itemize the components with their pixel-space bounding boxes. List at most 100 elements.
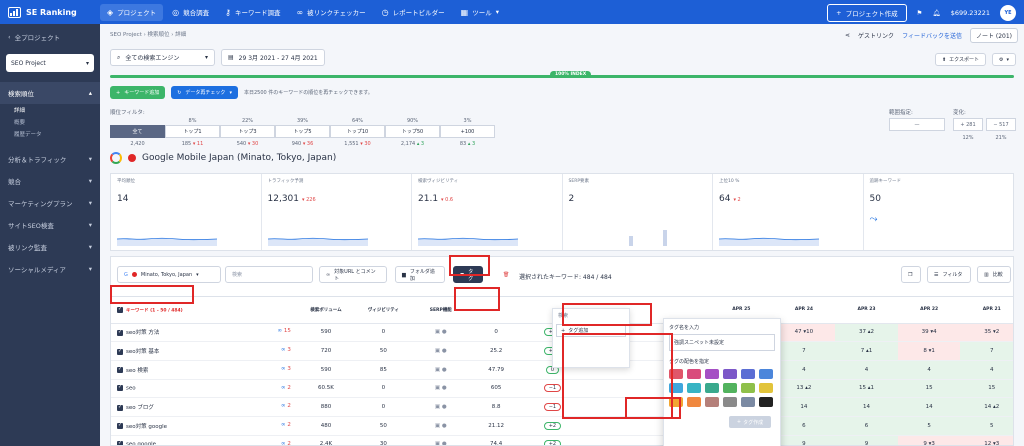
guest-link[interactable]: ゲストリンク: [858, 31, 894, 40]
nav-competitors[interactable]: ◎ 競合調査: [165, 4, 216, 21]
location-select[interactable]: G Minato, Tokyo, Japan ▾: [117, 266, 221, 283]
color-swatch[interactable]: [687, 383, 701, 393]
trash-icon[interactable]: 🗑︎: [497, 266, 513, 283]
nav-projects[interactable]: ◈ プロジェクト: [100, 3, 164, 21]
metric-card[interactable]: 追跡キーワード 50 ⤳: [864, 174, 1014, 250]
color-swatch[interactable]: [741, 383, 755, 393]
feedback-link[interactable]: フィードバックを送信: [902, 31, 962, 40]
row-checkbox[interactable]: [117, 348, 123, 355]
keyword-cell[interactable]: seo ブログ ∞ 2: [111, 397, 299, 417]
color-swatch[interactable]: [687, 369, 701, 379]
bell-icon[interactable]: 🔔︎: [932, 9, 940, 17]
engine-filter[interactable]: ⌕ 全ての検索エンジン ▾: [110, 49, 215, 66]
table-row[interactable]: seo∞ 2 60.5K 0 ▣ ● 605 −1 16 ▾313 ▴215 ▴…: [111, 379, 1013, 399]
compare-button[interactable]: ▥ 比較: [977, 266, 1011, 283]
all-projects-link[interactable]: ‹ 全プロジェクト: [0, 24, 100, 50]
rank-filter-option[interactable]: 39% トップ5 940 ▾ 36: [275, 118, 330, 147]
link-icon[interactable]: ∞ 2: [281, 385, 291, 391]
settings-button[interactable]: ⚙ ▾: [992, 53, 1016, 66]
link-icon[interactable]: ∞ 15: [278, 328, 291, 334]
nav-backlinks[interactable]: ∞ 被リンクチェッカー: [290, 4, 373, 21]
row-checkbox[interactable]: [117, 384, 123, 392]
color-swatch[interactable]: [723, 397, 737, 407]
url-comment-button[interactable]: ∞ 対象URL とコメント: [319, 266, 387, 283]
link-icon[interactable]: ∞ 2: [281, 403, 291, 409]
color-swatch[interactable]: [705, 397, 719, 407]
table-row[interactable]: seo ブログ∞ 2 880 0 ▣ ● 8.8 −1 14 ▴21414141…: [111, 397, 1013, 417]
sidebar-sub-detail[interactable]: 詳細: [0, 104, 100, 116]
row-checkbox[interactable]: [117, 329, 123, 336]
sidebar-sub-overview[interactable]: 概要: [0, 116, 100, 128]
rank-pill[interactable]: トップ50: [385, 125, 440, 138]
keyword-header[interactable]: キーワード (1 - 50 / 484): [111, 297, 299, 324]
row-checkbox[interactable]: [117, 440, 123, 445]
project-select[interactable]: SEO Project ▾: [6, 54, 94, 72]
nav-keyword-research[interactable]: ⚷ キーワード調査: [218, 4, 287, 21]
date-header[interactable]: APR 21: [960, 297, 1013, 324]
sidebar-sub-history[interactable]: 履歴データ: [0, 128, 100, 140]
color-swatch[interactable]: [669, 383, 683, 393]
link-icon[interactable]: ∞ 2: [281, 441, 291, 445]
brand[interactable]: SE Ranking: [0, 6, 100, 18]
sidebar-item-backlinks[interactable]: 被リンク監査 ▾: [0, 236, 100, 258]
avatar[interactable]: YE: [1000, 5, 1016, 21]
tag-button[interactable]: ⬬ タグ: [453, 266, 483, 283]
link-icon[interactable]: ∞ 3: [281, 366, 291, 372]
rank-pill[interactable]: 全て: [110, 125, 165, 138]
table-row[interactable]: seo google∞ 2 2.4K 30 ▣ ● 74.4 +2 9999 ▾…: [111, 435, 1013, 445]
rank-filter-option[interactable]: 22% トップ3 540 ▾ 30: [220, 118, 275, 147]
color-swatch[interactable]: [723, 383, 737, 393]
rank-filter-option[interactable]: 3% +100 83 ▴ 3: [440, 118, 495, 147]
create-project-button[interactable]: + プロジェクト作成: [827, 4, 907, 22]
copy-button[interactable]: ❐: [901, 266, 921, 283]
color-swatch[interactable]: [741, 369, 755, 379]
date-header[interactable]: APR 24: [772, 297, 836, 324]
add-keyword-button[interactable]: + キーワード追加: [110, 86, 166, 99]
filter-button[interactable]: ☰ フィルタ: [927, 266, 971, 283]
sidebar-item-rankings[interactable]: 検索順位 ▴: [0, 82, 100, 104]
rank-pill[interactable]: トップ3: [220, 125, 275, 138]
export-button[interactable]: ⬆ エクスポート: [934, 53, 986, 66]
table-row[interactable]: seo対策 google∞ 2 480 50 ▣ ● 21.12 +2 6665…: [111, 416, 1013, 436]
flag-icon[interactable]: ⚑: [917, 9, 923, 17]
sidebar-item-audit[interactable]: サイトSEO検査 ▾: [0, 214, 100, 236]
date-header[interactable]: APR 22: [897, 297, 961, 324]
sidebar-item-social[interactable]: ソーシャルメディア ▾: [0, 258, 100, 280]
visibility-header[interactable]: ヴィジビリティ: [353, 297, 414, 324]
create-tag-button[interactable]: + タグ作成: [729, 416, 771, 428]
metric-card[interactable]: トラフィック予測 12,301 ▾ 226: [262, 174, 412, 250]
sidebar-item-competitors[interactable]: 競合 ▾: [0, 170, 100, 192]
change-up[interactable]: + 281: [953, 118, 983, 131]
metric-card[interactable]: SERP要素 2: [563, 174, 713, 250]
change-down[interactable]: − 517: [986, 118, 1016, 131]
add-folder-button[interactable]: ▆ フォルダ追加: [395, 266, 445, 283]
color-swatch[interactable]: [705, 369, 719, 379]
row-checkbox[interactable]: [117, 366, 123, 374]
metric-card[interactable]: 平均順位 14: [111, 174, 262, 250]
keyword-cell[interactable]: seo対策 google ∞ 2: [111, 416, 299, 436]
nav-tools[interactable]: ▦ ツール ▾: [454, 4, 506, 21]
color-swatch[interactable]: [759, 369, 773, 379]
color-swatch[interactable]: [741, 397, 755, 407]
keyword-cell[interactable]: seo ∞ 2: [111, 379, 299, 399]
keyword-cell[interactable]: seo対策 基本 ∞ 3: [111, 341, 299, 361]
tag-name-input[interactable]: 強調スニペット未設定: [669, 334, 775, 351]
rank-pill[interactable]: トップ5: [275, 125, 330, 138]
keyword-cell[interactable]: seo対策 方法 ∞ 15: [111, 323, 299, 343]
keyword-cell[interactable]: seo google ∞ 2: [111, 435, 299, 445]
recheck-button[interactable]: ↻ データ再チェック ▾: [171, 86, 238, 99]
keyword-cell[interactable]: seo 検索 ∞ 3: [111, 360, 299, 380]
serp-header[interactable]: SERP機能: [413, 297, 468, 324]
note-button[interactable]: ノート (201): [969, 28, 1018, 43]
color-swatch[interactable]: [759, 383, 773, 393]
rank-filter-option[interactable]: 8% トップ1 185 ▾ 11: [165, 118, 220, 147]
rank-pill[interactable]: トップ10: [330, 125, 385, 138]
date-range[interactable]: ▤ 29 3月 2021 - 27 4月 2021: [221, 49, 325, 66]
color-swatch[interactable]: [705, 383, 719, 393]
link-icon[interactable]: ∞ 3: [281, 347, 291, 353]
rank-filter-option[interactable]: 全て 2,420: [110, 118, 165, 147]
sidebar-item-analytics[interactable]: 分析＆トラフィック ▾: [0, 148, 100, 170]
color-swatch[interactable]: [687, 397, 701, 407]
color-swatch[interactable]: [723, 369, 737, 379]
metric-card[interactable]: 検索ヴィジビリティ 21.1 ▾ 0.6: [412, 174, 563, 250]
